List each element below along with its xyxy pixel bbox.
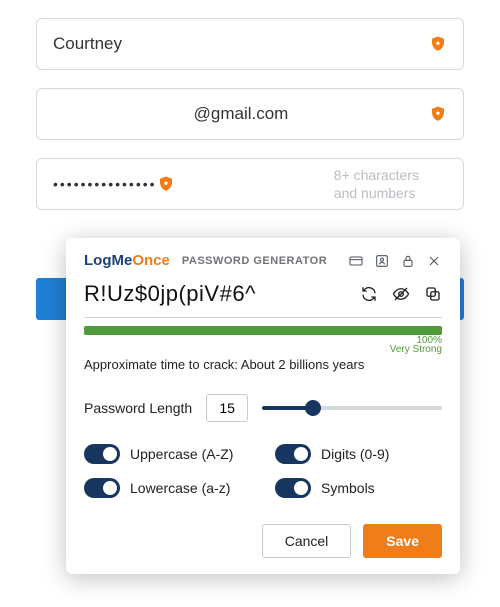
toggle-lowercase-label: Lowercase (a-z) [130,480,230,496]
brand-part-me: Me [112,252,133,269]
toggle-symbols-label: Symbols [321,480,375,496]
password-hint: 8+ characters and numbers [334,167,419,202]
length-row: Password Length [84,394,442,422]
email-field[interactable] [36,88,464,140]
toggle-digits-label: Digits (0-9) [321,446,389,462]
header-icons [348,253,442,269]
brand-part-once: Once [132,252,170,269]
password-actions [360,285,442,303]
slider-thumb[interactable] [305,400,321,416]
password-generator-popup: LogMeOnce PASSWORD GENERATOR R!Uz$0jp(pi… [66,238,460,574]
toggle-digits[interactable] [275,444,311,464]
popup-footer: Cancel Save [84,524,442,558]
password-hint-line1: 8+ characters [334,167,419,185]
strength-label: Very Strong [390,345,442,355]
eye-off-icon[interactable] [392,285,410,303]
toggle-uppercase-row: Uppercase (A-Z) [84,444,251,464]
strength-labels2: Very Strong [84,345,442,355]
toggle-lowercase-row: Lowercase (a-z) [84,478,251,498]
name-field[interactable] [36,18,464,70]
length-input[interactable] [206,394,248,422]
toggle-uppercase[interactable] [84,444,120,464]
refresh-icon[interactable] [360,285,378,303]
generated-password: R!Uz$0jp(piV#6^ [84,281,346,307]
toggle-symbols[interactable] [275,478,311,498]
password-mask: ••••••••••••••• [53,176,157,192]
crack-time-text: Approximate time to crack: About 2 billi… [84,357,442,372]
close-icon[interactable] [426,253,442,269]
generated-password-row: R!Uz$0jp(piV#6^ [84,281,442,318]
length-slider[interactable] [262,398,442,418]
shield-icon [429,34,447,54]
toggle-symbols-row: Symbols [275,478,442,498]
popup-title: PASSWORD GENERATOR [182,255,327,267]
length-label: Password Length [84,400,192,416]
password-field[interactable]: ••••••••••••••• 8+ characters and number… [36,158,464,210]
lock-icon[interactable] [400,253,416,269]
popup-header: LogMeOnce PASSWORD GENERATOR [84,252,442,269]
toggle-digits-row: Digits (0-9) [275,444,442,464]
card-icon[interactable] [348,253,364,269]
save-button[interactable]: Save [363,524,442,558]
copy-icon[interactable] [424,285,442,303]
id-icon[interactable] [374,253,390,269]
shield-icon [157,174,175,194]
toggle-lowercase[interactable] [84,478,120,498]
toggle-grid: Uppercase (A-Z) Digits (0-9) Lowercase (… [84,444,442,498]
password-hint-line2: and numbers [334,185,419,203]
strength-section: 100% Very Strong Approximate time to cra… [84,326,442,372]
brand-part-log: Log [84,252,112,269]
email-input[interactable] [53,104,429,124]
strength-bar [84,326,442,335]
toggle-uppercase-label: Uppercase (A-Z) [130,446,233,462]
brand-logo: LogMeOnce [84,252,170,269]
strength-bar-fill [84,326,442,335]
shield-icon [429,104,447,124]
name-input[interactable] [53,34,429,54]
cancel-button[interactable]: Cancel [262,524,352,558]
